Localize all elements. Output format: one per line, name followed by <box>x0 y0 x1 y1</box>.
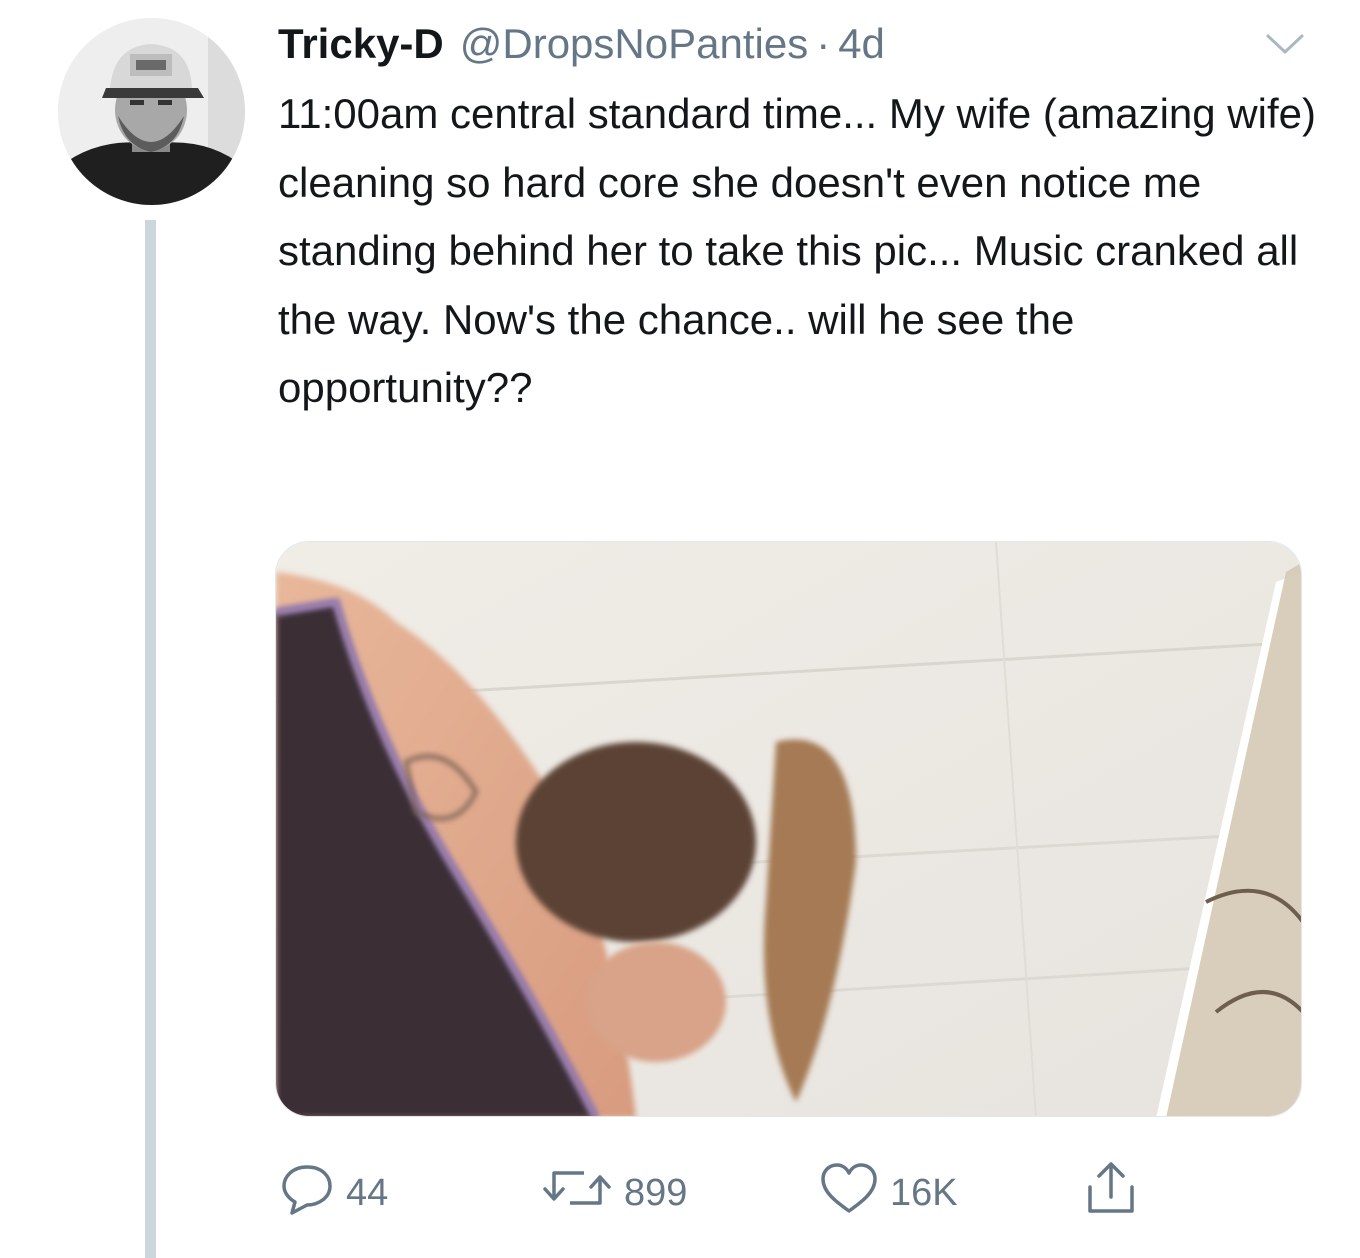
reply-icon <box>278 1159 336 1227</box>
thread-connector-line <box>145 220 156 1258</box>
retweet-button[interactable]: 899 <box>540 1158 687 1228</box>
retweet-count: 899 <box>624 1171 688 1214</box>
avatar-image <box>58 18 245 205</box>
tweet-header: Tricky-D @DropsNoPanties · 4d <box>278 14 885 74</box>
like-count: 16K <box>890 1171 958 1214</box>
share-button[interactable] <box>1082 1158 1150 1228</box>
tweet-action-bar: 44 899 16K <box>278 1158 1178 1228</box>
chevron-down-icon <box>1266 34 1304 54</box>
header-separator: · <box>816 20 831 67</box>
reply-count: 44 <box>346 1171 389 1214</box>
tweet-photo[interactable] <box>275 541 1302 1117</box>
share-icon <box>1082 1157 1140 1229</box>
tweet-timestamp[interactable]: 4d <box>838 14 885 74</box>
like-button[interactable]: 16K <box>818 1158 958 1228</box>
more-options-button[interactable] <box>1262 28 1308 58</box>
avatar[interactable] <box>58 18 245 205</box>
display-name[interactable]: Tricky-D <box>278 14 444 74</box>
heart-icon <box>818 1159 880 1227</box>
tweet-photo-image <box>276 542 1301 1116</box>
user-handle[interactable]: @DropsNoPanties <box>460 14 808 74</box>
retweet-icon <box>540 1159 614 1227</box>
reply-button[interactable]: 44 <box>278 1158 388 1228</box>
tweet-text: 11:00am central standard time... My wife… <box>278 90 1316 411</box>
